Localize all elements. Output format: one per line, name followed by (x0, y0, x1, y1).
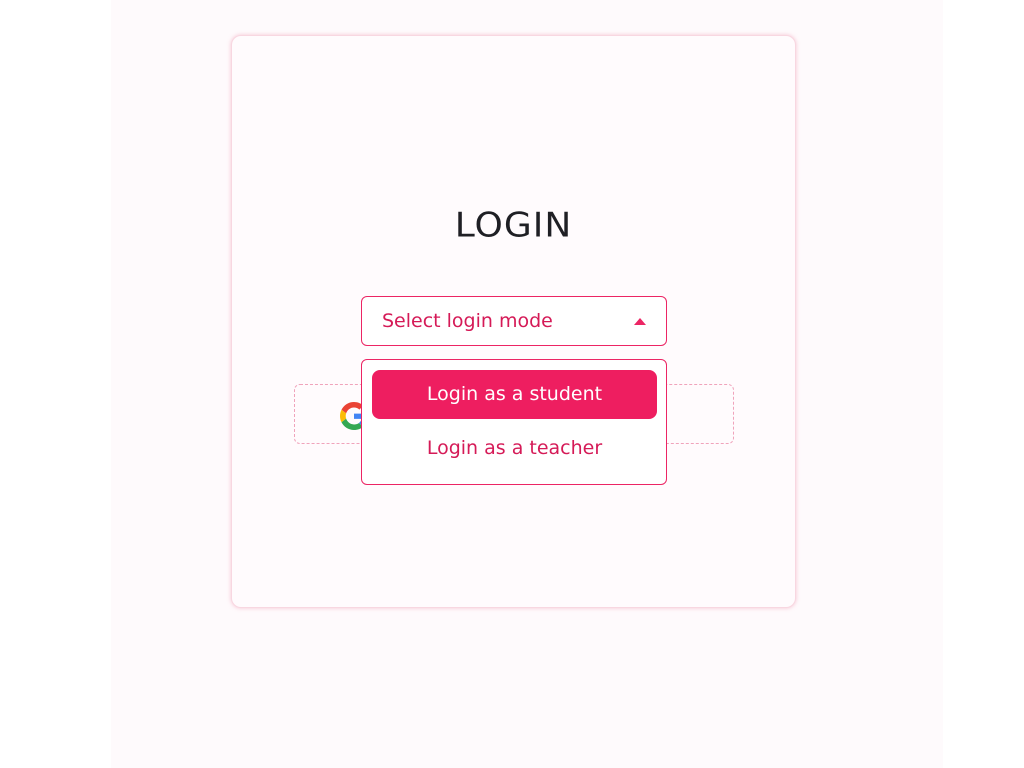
option-login-as-teacher[interactable]: Login as a teacher (372, 424, 657, 473)
login-mode-dropdown: Login as a student Login as a teacher (361, 359, 667, 485)
login-mode-placeholder: Select login mode (382, 310, 553, 332)
caret-up-icon (634, 318, 646, 325)
option-login-as-student[interactable]: Login as a student (372, 370, 657, 419)
login-title: LOGIN (454, 206, 573, 245)
login-mode-select[interactable]: Select login mode (361, 296, 667, 346)
